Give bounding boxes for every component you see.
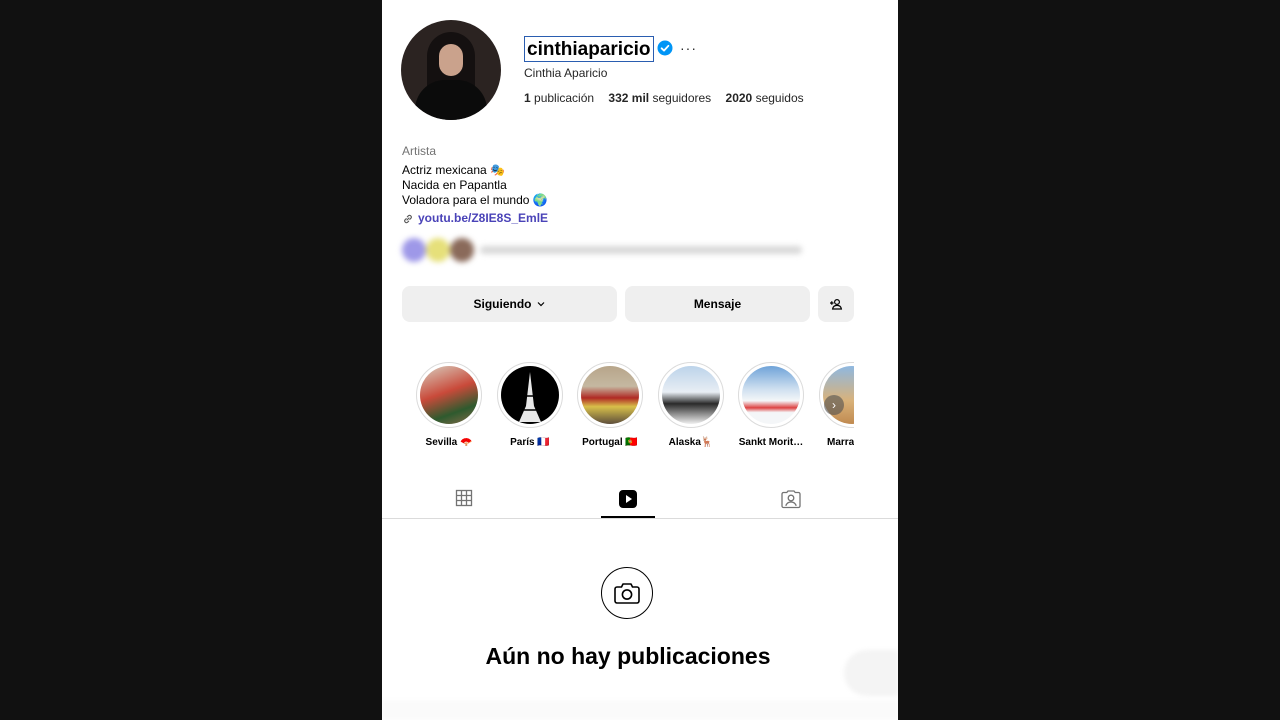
verified-badge-icon: [657, 40, 673, 56]
camera-icon: [601, 567, 653, 619]
profile-panel: cinthiaparicio ··· Cinthia Aparicio 1 pu…: [382, 0, 898, 720]
following-button[interactable]: Siguiendo: [402, 286, 617, 322]
chevron-down-icon: [537, 302, 544, 307]
highlight-sankt-moritz-image: [742, 366, 800, 424]
blurred-bottom-bar: [382, 700, 898, 720]
highlight-alaska-image: [662, 366, 720, 424]
message-button[interactable]: Mensaje: [625, 286, 810, 322]
tab-reels[interactable]: [601, 480, 655, 518]
highlight-item[interactable]: Sankt Morit…: [736, 362, 806, 448]
highlight-item[interactable]: París 🇫🇷: [495, 362, 565, 448]
suggest-users-button[interactable]: [818, 286, 854, 322]
tagged-icon: [781, 490, 801, 509]
empty-state-title: Aún no hay publicaciones: [485, 643, 771, 669]
bio: Artista Actriz mexicana 🎭 Nacida en Papa…: [402, 144, 548, 226]
profile-tabs: [382, 480, 898, 519]
highlights-next-button[interactable]: ›: [824, 395, 844, 415]
bio-line: Voladora para el mundo 🌍: [402, 193, 548, 207]
reels-icon: [619, 490, 637, 508]
followers-count[interactable]: 332 mil seguidores: [608, 91, 711, 105]
highlight-paris-image: [501, 366, 559, 424]
blurred-floating-button: [844, 650, 898, 696]
following-count[interactable]: 2020 seguidos: [726, 91, 804, 105]
highlight-item[interactable]: Portugal 🇵🇹: [575, 362, 645, 448]
followed-by-blurred: [402, 238, 802, 262]
more-options-icon[interactable]: ···: [680, 40, 697, 56]
highlight-portugal-image: [581, 366, 639, 424]
bio-line: Actriz mexicana 🎭: [402, 163, 505, 177]
highlight-marrakech-image: [823, 366, 854, 424]
profile-stats: 1 publicación 332 mil seguidores 2020 se…: [524, 91, 815, 105]
bio-link[interactable]: youtu.be/Z8IE8S_EmlE: [402, 211, 548, 226]
add-person-icon: [830, 298, 843, 310]
avatar[interactable]: [401, 20, 501, 120]
tab-tagged[interactable]: [764, 480, 818, 518]
username[interactable]: cinthiaparicio: [524, 36, 654, 62]
posts-count[interactable]: 1 publicación: [524, 91, 594, 105]
category-label: Artista: [402, 144, 437, 158]
highlight-sevilla-image: [420, 366, 478, 424]
tab-posts[interactable]: [437, 480, 491, 518]
highlight-item[interactable]: Alaska🦌: [656, 362, 726, 448]
grid-icon: [455, 489, 473, 507]
chevron-right-icon: ›: [832, 398, 836, 412]
bio-line: Nacida en Papantla: [402, 178, 507, 192]
full-name: Cinthia Aparicio: [524, 66, 608, 80]
highlight-item[interactable]: Sevilla 🪭: [414, 362, 484, 448]
story-highlights: Sevilla 🪭 París 🇫🇷 Portugal 🇵🇹 Alaska🦌 S…: [414, 362, 854, 458]
link-icon: [404, 214, 412, 223]
